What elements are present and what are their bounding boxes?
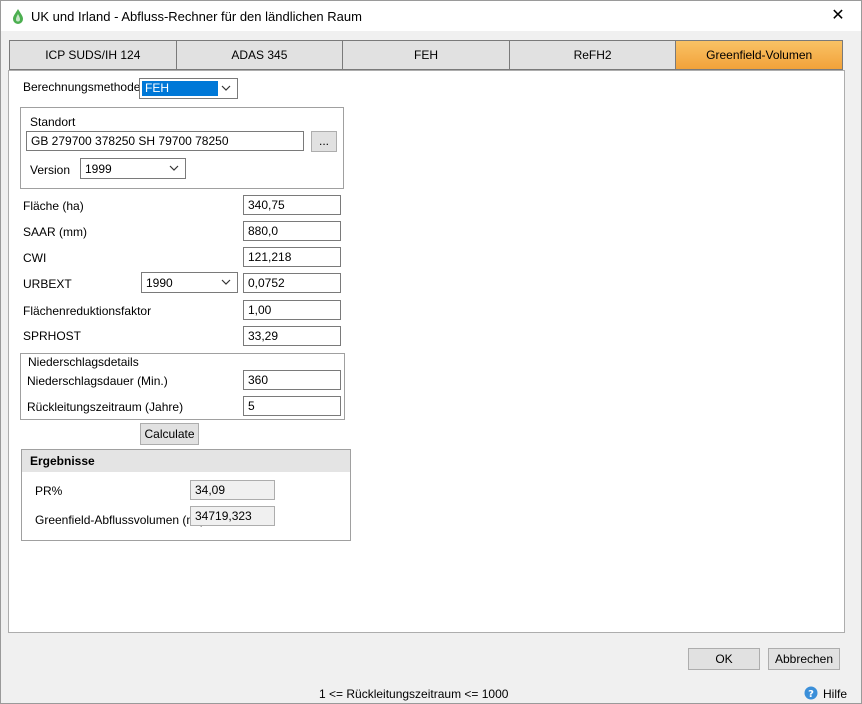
help-icon[interactable]: ?	[804, 686, 818, 700]
dialog-window: UK und Irland - Abfluss-Rechner für den …	[0, 0, 862, 704]
window-title: UK und Irland - Abfluss-Rechner für den …	[31, 9, 362, 24]
urbext-year-value: 1990	[146, 276, 173, 290]
status-text: 1 <= Rückleitungszeitraum <= 1000	[319, 687, 509, 701]
tab-greenfield-volume[interactable]: Greenfield-Volumen	[675, 40, 843, 70]
tab-refh2[interactable]: ReFH2	[508, 40, 676, 70]
arf-input[interactable]: 1,00	[243, 300, 341, 320]
pr-label: PR%	[35, 484, 63, 498]
saar-label: SAAR (mm)	[23, 225, 87, 239]
method-select[interactable]: FEH	[139, 78, 238, 99]
cancel-button[interactable]: Abbrechen	[768, 648, 840, 670]
help-link[interactable]: Hilfe	[823, 687, 847, 701]
tab-strip: ICP SUDS/IH 124 ADAS 345 FEH ReFH2 Green…	[9, 40, 843, 70]
saar-input[interactable]: 880,0	[243, 221, 341, 241]
ok-button[interactable]: OK	[688, 648, 760, 670]
duration-label: Niederschlagsdauer (Min.)	[27, 374, 168, 388]
water-drop-icon	[13, 9, 23, 24]
status-bar: 1 <= Rückleitungszeitraum <= 1000 ? Hilf…	[1, 683, 861, 703]
chevron-down-icon	[169, 165, 179, 171]
svg-text:?: ?	[808, 689, 814, 700]
duration-input[interactable]: 360	[243, 370, 341, 390]
sprhost-input[interactable]: 33,29	[243, 326, 341, 346]
title-bar: UK und Irland - Abfluss-Rechner für den …	[1, 1, 861, 31]
sprhost-label: SPRHOST	[23, 329, 82, 343]
return-period-label: Rückleitungszeitraum (Jahre)	[27, 400, 184, 414]
arf-label: Flächenreduktionsfaktor	[23, 304, 152, 318]
version-value: 1999	[85, 162, 112, 176]
location-input[interactable]: GB 279700 378250 SH 79700 78250	[26, 131, 304, 151]
version-select[interactable]: 1999	[80, 158, 186, 179]
method-value: FEH	[145, 81, 169, 95]
calculate-button[interactable]: Calculate	[140, 423, 199, 445]
tab-icp-suds[interactable]: ICP SUDS/IH 124	[9, 40, 176, 70]
tab-feh[interactable]: FEH	[342, 40, 509, 70]
area-input[interactable]: 340,75	[243, 195, 341, 215]
urbext-year-select[interactable]: 1990	[141, 272, 238, 293]
cwi-label: CWI	[23, 251, 47, 265]
chevron-down-icon	[221, 85, 231, 91]
close-button[interactable]: ✕	[815, 1, 861, 31]
tab-adas[interactable]: ADAS 345	[175, 40, 343, 70]
volume-output: 34719,323	[190, 506, 275, 526]
location-group-label: Standort	[30, 115, 76, 129]
return-period-input[interactable]: 5	[243, 396, 341, 416]
urbext-input[interactable]: 0,0752	[243, 273, 341, 293]
results-header: Ergebnisse	[21, 449, 351, 473]
results-panel	[21, 472, 351, 541]
volume-label: Greenfield-Abflussvolumen (m³)	[35, 513, 205, 527]
area-label: Fläche (ha)	[23, 199, 84, 213]
urbext-label: URBEXT	[23, 277, 72, 291]
method-label: Berechnungsmethode	[23, 80, 141, 94]
cwi-input[interactable]: 121,218	[243, 247, 341, 267]
version-label: Version	[30, 163, 71, 177]
chevron-down-icon	[221, 279, 231, 285]
browse-location-button[interactable]: ...	[311, 131, 337, 152]
pr-output: 34,09	[190, 480, 275, 500]
rainfall-group-label: Niederschlagsdetails	[26, 355, 141, 369]
